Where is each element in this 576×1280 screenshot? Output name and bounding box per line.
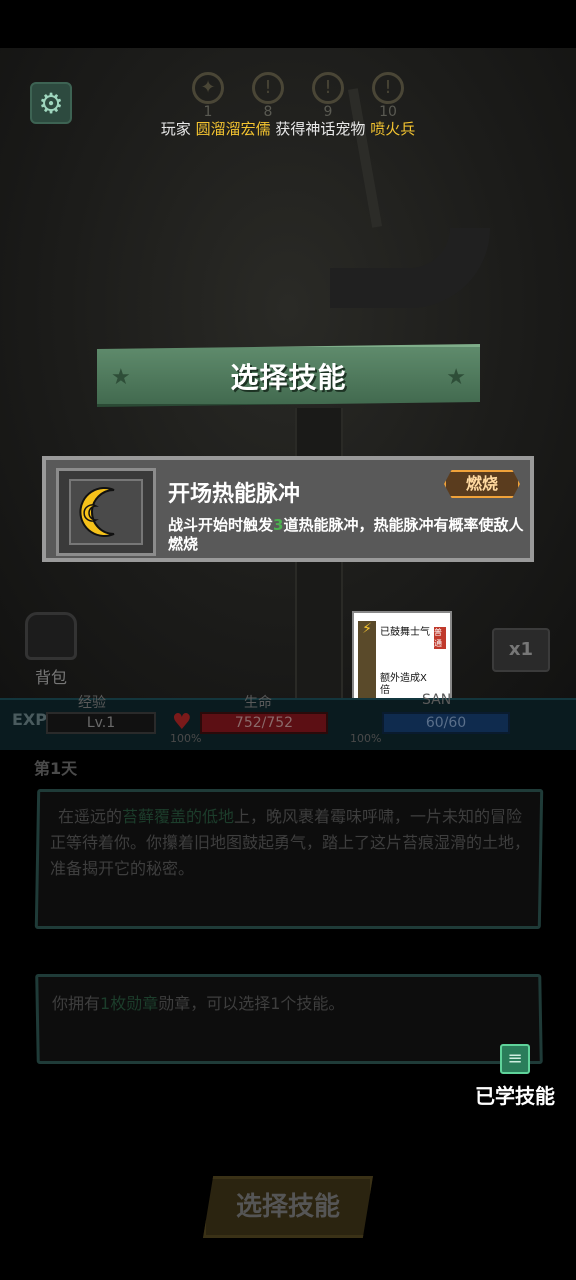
san-bar: 60/60 (382, 712, 510, 734)
broadcast-pet-name: 喷火兵 (370, 120, 416, 138)
star-icon: ★ (446, 365, 466, 390)
san-percent: 100% (350, 732, 382, 745)
broadcast-player-name: 圆溜溜宏儒 (195, 120, 271, 138)
skill-icon-frame (56, 468, 156, 556)
stage-progress: ✦ 1 ! 8 ! 9 ! 10 (188, 72, 408, 120)
hp-caption: 生命 (244, 695, 272, 711)
mini-card-badge: 普通 (434, 627, 446, 649)
story-text: 在遥远的苔藓覆盖的低地上，晚风裹着霉味呼啸，一片未知的冒险正等待着你。你攥着旧地… (50, 807, 531, 878)
medal-count: 1枚勋章 (100, 994, 159, 1013)
skill-name: 开场热能脉冲 (168, 482, 301, 507)
dialog-title: 选择技能 (230, 360, 347, 394)
stage-node: ! 8 (248, 72, 288, 120)
level-bar: Lv.1 (46, 712, 156, 734)
player-stats-bar: EXP 经验 Lv.1 ♥ 生命 752/752 100% SAN 60/60 … (0, 692, 576, 750)
lightning-icon: ⚡ (358, 621, 376, 709)
skill-option-card[interactable]: 开场热能脉冲 燃烧 战斗开始时触发3道热能脉冲，热能脉冲有概率使敌人燃烧 (42, 456, 534, 562)
skill-pulse-count: 3 (273, 516, 284, 534)
stage-warning-icon: ! (252, 72, 284, 104)
exp-tag: EXP (12, 710, 47, 729)
choose-skill-title-banner: ★ 选择技能 ★ (97, 344, 480, 407)
crescent-moon-icon (69, 479, 143, 545)
stage-node: ! 9 (308, 72, 348, 120)
stage-node-icon: ✦ (192, 72, 224, 104)
skill-description: 战斗开始时触发3道热能脉冲，热能脉冲有概率使敌人燃烧 (168, 516, 524, 553)
story-location: 苔藓覆盖的低地 (122, 807, 235, 826)
learned-skills-button[interactable]: ≡ 已学技能 (462, 1044, 568, 1109)
speed-button[interactable]: x1 (492, 628, 550, 672)
san-caption: SAN (422, 692, 452, 708)
day-label: 第1天 (34, 759, 78, 778)
backpack-label: 背包 (34, 668, 67, 687)
hp-bar: 752/752 (200, 712, 328, 734)
exp-caption: 经验 (78, 695, 106, 711)
medal-text: 你拥有1枚勋章勋章，可以选择1个技能。 (52, 994, 345, 1013)
learned-skills-label: 已学技能 (475, 1084, 555, 1108)
backpack-icon (25, 612, 77, 660)
scene-path-curve (330, 228, 490, 308)
choose-skill-button[interactable]: 选择技能 (203, 1176, 373, 1238)
mini-card-title: 已鼓舞士气 (380, 627, 430, 638)
stage-node: ✦ 1 (188, 72, 228, 120)
stage-warning-icon: ! (372, 72, 404, 104)
stage-warning-icon: ! (312, 72, 344, 104)
star-icon: ★ (111, 365, 131, 390)
notebook-icon: ≡ (500, 1044, 530, 1074)
status-bar-area (0, 0, 576, 48)
backpack-button[interactable]: 背包 (18, 612, 84, 690)
broadcast-message: 玩家 圆溜溜宏儒 获得神话宠物 喷火兵 (160, 120, 416, 138)
stage-node: ! 10 (368, 72, 408, 120)
skill-tag-burn: 燃烧 (444, 470, 520, 498)
hp-percent: 100% (170, 732, 202, 745)
